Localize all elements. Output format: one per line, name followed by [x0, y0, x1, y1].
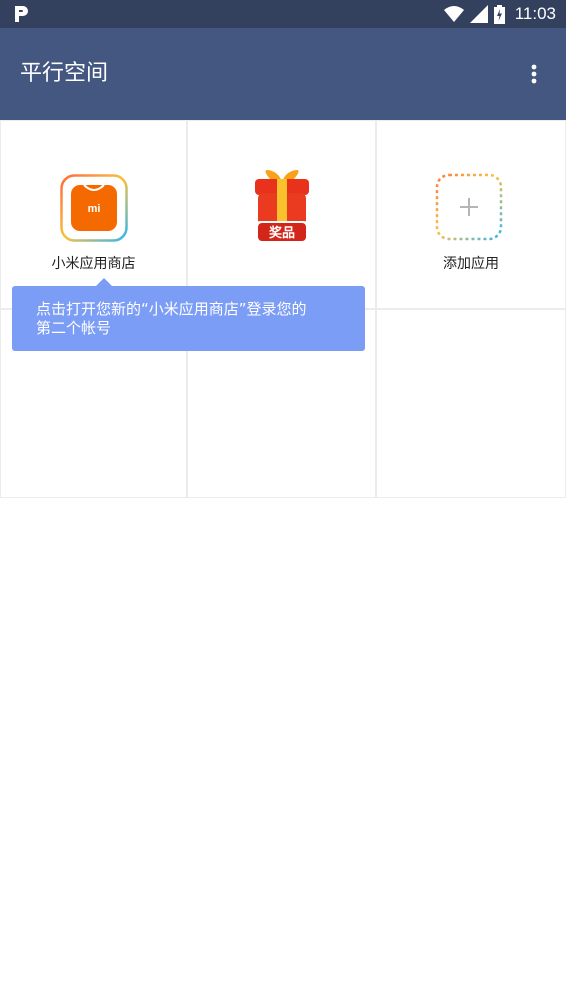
add-icon	[435, 173, 503, 241]
page-title: 平行空间	[20, 61, 109, 86]
onboarding-tooltip[interactable]: 点击打开您新的“小米应用商店”登录您的 第二个帐号	[12, 278, 365, 351]
app-cell-gift[interactable]: 奖品	[187, 120, 376, 309]
gift-icon: 奖品	[255, 170, 309, 243]
tooltip-line-2: 第二个帐号	[36, 319, 112, 337]
status-time: 11:03	[514, 4, 556, 23]
battery-charging-icon	[493, 4, 505, 24]
more-options-button[interactable]	[516, 56, 552, 92]
p-logo-icon	[15, 6, 28, 22]
mi-store-icon: mi	[60, 174, 128, 242]
svg-text:mi: mi	[88, 203, 101, 215]
tooltip-arrow	[96, 278, 112, 286]
status-icons: 11:03	[443, 0, 556, 28]
more-vert-icon	[531, 64, 537, 84]
wifi-icon	[443, 6, 464, 22]
tooltip-line-1: 点击打开您新的“小米应用商店”登录您的	[36, 300, 307, 318]
gift-badge-text: 奖品	[269, 225, 295, 241]
app-label: 小米应用商店	[51, 256, 136, 272]
app-label: 添加应用	[443, 256, 499, 272]
app-cell-mi-store[interactable]: mi 小米应用商店	[0, 120, 187, 309]
add-app-button[interactable]: 添加应用	[376, 120, 566, 309]
app-bar: 平行空间	[0, 28, 566, 120]
status-bar: 11:03	[0, 0, 566, 28]
cell-signal-icon	[469, 5, 488, 23]
empty-cell	[376, 309, 566, 498]
